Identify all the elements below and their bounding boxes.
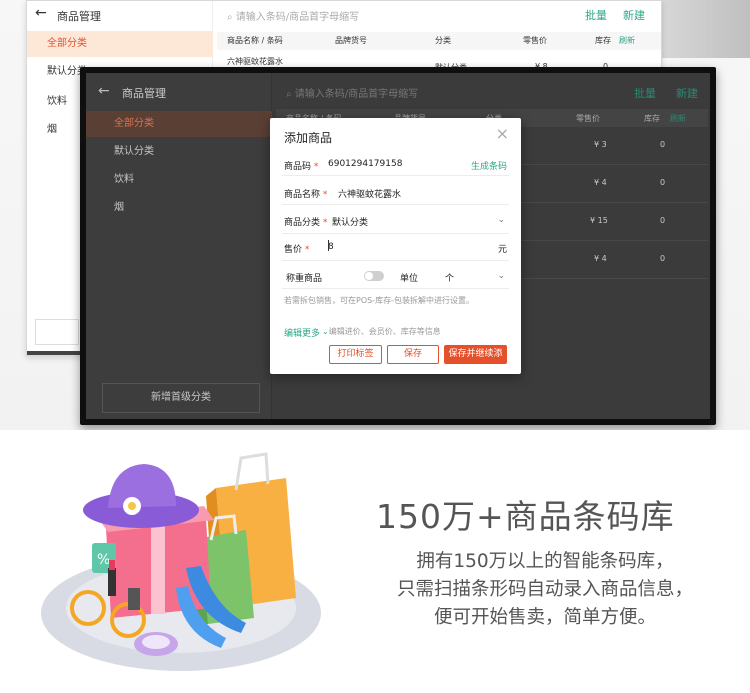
back-arrow-icon[interactable]: ← (98, 83, 110, 99)
row-price: ¥ 15 (590, 216, 608, 225)
lipstick (108, 568, 116, 596)
back-col-name: 商品名称 / 条码 (227, 36, 283, 45)
back-table-header: 商品名称 / 条码 品牌货号 分类 零售价 库存 刷新 (217, 32, 661, 50)
divider (282, 233, 509, 234)
category-select[interactable]: 默认分类 (332, 215, 368, 228)
row-stock: 0 (660, 216, 666, 225)
back-row-name: 六神驱蚊花露水 (227, 57, 283, 66)
name-label-text: 商品名称 (284, 190, 321, 200)
back-search-input[interactable]: ⌕ 请输入条码/商品首字母缩写 (227, 8, 359, 23)
print-label-button[interactable]: 打印标签 (329, 345, 382, 364)
name-label: 商品名称 * (284, 187, 327, 200)
divider (282, 288, 509, 289)
name-field[interactable]: 六神驱蚊花露水 (338, 187, 401, 200)
shopping-illustration: % (41, 452, 321, 671)
lipstick-tip (109, 560, 115, 570)
close-icon[interactable]: × (496, 126, 509, 142)
edit-more-desc: ⌄编辑进价、会员价、库存等信息 (322, 326, 441, 337)
batch-button[interactable]: 批量 (634, 85, 656, 101)
back-batch-button[interactable]: 批量 (585, 7, 607, 23)
weigh-label: 称重商品 (286, 274, 323, 284)
background-gray-corner (655, 0, 750, 58)
add-top-category-button[interactable]: 新增首级分类 (102, 383, 260, 413)
row-stock: 0 (660, 178, 666, 187)
back-new-button[interactable]: 新建 (623, 7, 645, 23)
row-price: ¥ 4 (594, 254, 607, 263)
sidebar-item-all[interactable]: 全部分类 (86, 111, 272, 137)
sidebar-item-drinks[interactable]: 饮料 (86, 167, 272, 193)
unit-select[interactable]: 个 (445, 271, 454, 284)
back-col-category: 分类 (435, 36, 451, 45)
col-stock: 库存 (644, 114, 660, 123)
text-caret (328, 240, 329, 251)
add-product-modal: 添加商品 × 商品码 * 6901294179158 生成条码 商品名称 * 六… (270, 118, 521, 376)
required-mark: * (304, 245, 310, 255)
back-col-price: 零售价 (523, 36, 547, 45)
col-price: 零售价 (576, 114, 600, 123)
headline: 150万+商品条码库 (376, 497, 675, 536)
back-page-title: 商品管理 (57, 10, 101, 23)
sidebar-item-tobacco[interactable]: 烟 (86, 195, 272, 221)
search-placeholder: 请输入条码/商品首字母缩写 (294, 89, 419, 100)
back-search-placeholder: 请输入条码/商品首字母缩写 (235, 12, 360, 23)
description-line-2: 只需扫描条形码自动录入商品信息， (396, 579, 693, 600)
chevron-down-icon[interactable]: ⌄ (497, 271, 505, 281)
percent-icon: % (97, 552, 110, 568)
save-and-continue-button[interactable]: 保存并继续添加 (444, 345, 507, 376)
perfume-bottle (128, 588, 140, 610)
required-mark: * (322, 190, 328, 200)
back-refresh-link[interactable]: 刷新 (619, 35, 635, 46)
barcode-label: 商品码 * (284, 159, 318, 172)
page-title: 商品管理 (122, 87, 166, 100)
sidebar: ← 商品管理 全部分类 默认分类 饮料 烟 新增首级分类 (86, 73, 272, 419)
back-category-all[interactable]: 全部分类 (27, 31, 213, 57)
refresh-link[interactable]: 刷新 (670, 113, 686, 124)
price-label-text: 售价 (284, 245, 303, 255)
required-mark: * (322, 218, 328, 228)
modal-title: 添加商品 (284, 131, 333, 145)
new-button[interactable]: 新建 (676, 85, 698, 101)
chevron-down-icon[interactable]: ⌄ (497, 215, 505, 225)
row-price: ¥ 4 (594, 178, 607, 187)
back-arrow-icon[interactable]: ← (35, 5, 47, 21)
category-label-text: 商品分类 (284, 218, 321, 228)
weigh-toggle[interactable] (364, 271, 384, 281)
edit-more-desc-text: 编辑进价、会员价、库存等信息 (328, 327, 441, 336)
search-icon: ⌕ (286, 89, 295, 100)
unpack-hint: 若需拆包销售，可在POS-库存-包装拆解中进行设置。 (284, 296, 474, 305)
hat-crown (108, 464, 176, 508)
back-header: ← 商品管理 ⌕ 请输入条码/商品首字母缩写 批量 新建 (27, 1, 661, 31)
required-mark: * (313, 162, 319, 172)
description-line-1: 拥有150万以上的智能条码库， (416, 551, 674, 572)
search-icon: ⌕ (227, 12, 236, 23)
barcode-label-text: 商品码 (284, 162, 312, 172)
category-label: 商品分类 * (284, 215, 327, 228)
search-input[interactable]: ⌕ 请输入条码/商品首字母缩写 (286, 85, 418, 100)
divider (282, 175, 509, 176)
row-stock: 0 (660, 254, 666, 263)
row-stock: 0 (660, 140, 666, 149)
divider (282, 204, 509, 205)
generate-barcode-link[interactable]: 生成条码 (471, 159, 507, 172)
save-button[interactable]: 保存 (387, 345, 439, 364)
edit-more-link[interactable]: 编辑更多 (284, 326, 320, 339)
row-price: ¥ 3 (594, 140, 607, 149)
price-label: 售价 * (284, 242, 309, 255)
chevron-down-icon: ⌄ (322, 327, 329, 336)
sidebar-item-default[interactable]: 默认分类 (86, 139, 272, 165)
back-col-sku: 品牌货号 (335, 36, 367, 45)
unit-label: 单位 (400, 274, 419, 284)
barcode-field[interactable]: 6901294179158 (328, 159, 402, 169)
back-sidebar-input[interactable] (35, 319, 79, 345)
compact-mirror-inner (142, 635, 170, 649)
back-col-stock: 库存 (595, 36, 611, 45)
description-line-3: 便可开始售卖，简单方便。 (433, 607, 656, 628)
hat-flower-center (128, 502, 136, 510)
divider (282, 260, 509, 261)
price-unit: 元 (497, 245, 507, 255)
